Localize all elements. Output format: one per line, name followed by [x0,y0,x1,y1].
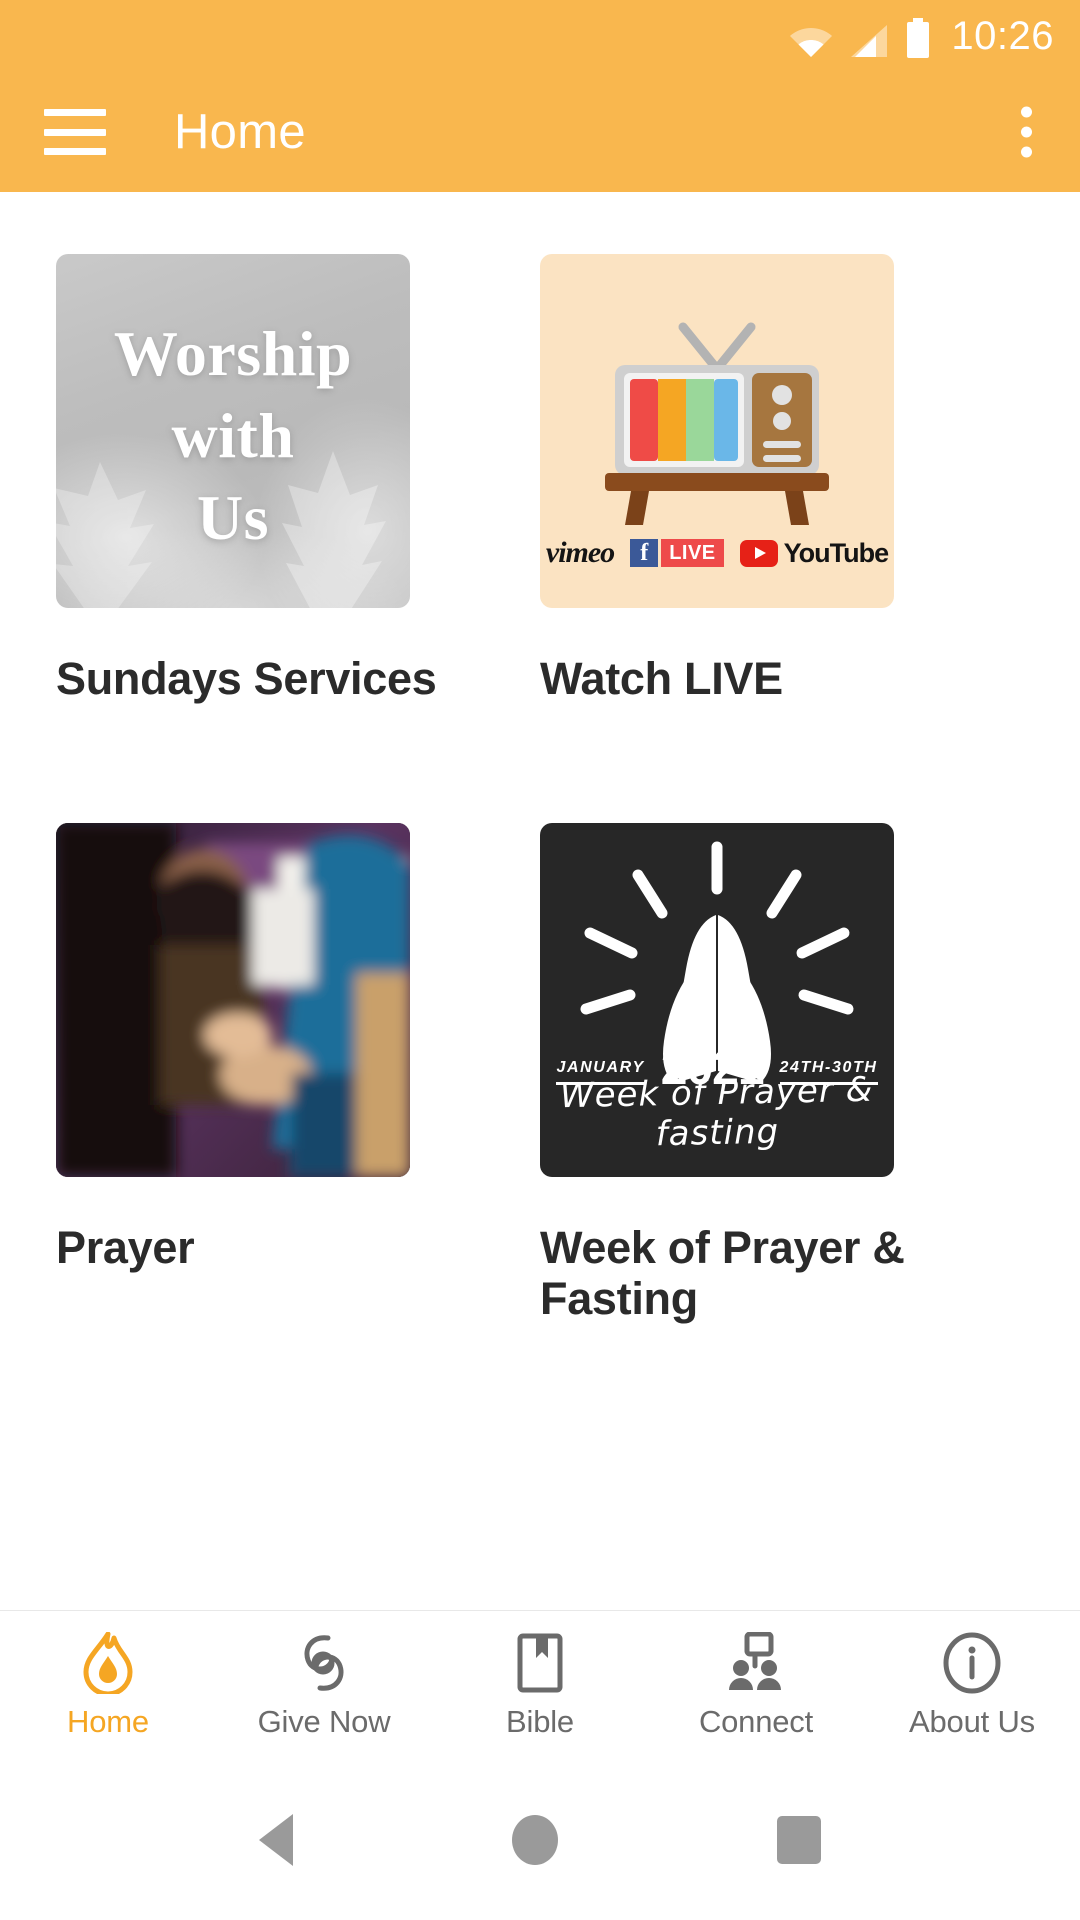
overflow-menu-icon[interactable] [1021,106,1032,158]
tab-label: Connect [698,1703,814,1739]
youtube-logo: YouTube [739,537,889,569]
card-title: Watch LIVE [540,653,783,704]
status-bar: 10:26 [0,0,1080,72]
worship-overlay-text: Worship with Us [56,254,410,608]
card-grid: Worship with Us Sundays Services vimeo f… [0,192,1080,1325]
recents-square-icon[interactable] [776,1816,821,1864]
hamburger-menu-icon[interactable] [44,109,106,155]
info-circle-icon [942,1632,1002,1694]
card-sundays-services[interactable]: Worship with Us Sundays Services [56,254,540,705]
tab-bible[interactable]: Bible [432,1632,648,1740]
book-bookmark-icon [516,1632,564,1694]
tab-label: About Us [909,1703,1035,1739]
overlay-line-3: Us [196,481,270,553]
home-circle-icon[interactable] [511,1815,558,1865]
battery-icon [907,18,930,58]
card-image-watch-live: vimeo f LIVE YouTube [540,254,894,608]
tab-label: Home [67,1703,149,1739]
card-week-of-prayer[interactable]: JANUARY 2021 24TH-30TH Week of Prayer & … [540,822,1024,1325]
facebook-f-mark: f [630,539,659,567]
card-prayer[interactable]: Prayer [56,822,540,1325]
tab-give-now[interactable]: Give Now [216,1632,432,1740]
back-triangle-icon[interactable] [259,1814,294,1866]
youtube-play-icon [739,539,778,567]
flame-icon [80,1631,136,1694]
page-title: Home [174,105,306,159]
wifi-icon [790,28,833,57]
vimeo-logo: vimeo [545,536,615,569]
card-image-worship: Worship with Us [56,254,410,608]
cellular-signal-icon [851,25,888,57]
overlay-line-1: Worship [113,318,353,390]
bottom-navigation-bar: Home Give Now Bible Connect About Us [0,1610,1080,1760]
live-badge-label: LIVE [661,539,724,567]
youtube-wordmark: YouTube [783,537,889,568]
giving-hands-icon [294,1632,354,1694]
card-image-week-of-prayer: JANUARY 2021 24TH-30TH Week of Prayer & … [540,822,894,1177]
facebook-live-logo: f LIVE [630,539,724,567]
tab-about-us[interactable]: About Us [864,1632,1080,1740]
card-watch-live[interactable]: vimeo f LIVE YouTube Watch LIVE [540,254,1024,705]
people-chat-icon [725,1631,787,1694]
app-bar: Home [0,72,1080,192]
home-content-scroll[interactable]: Worship with Us Sundays Services vimeo f… [0,192,1080,1610]
card-image-prayer [56,822,410,1177]
event-script-line: Week of Prayer & fasting [559,1069,874,1155]
prayer-photo [56,822,410,1177]
tab-home[interactable]: Home [0,1631,216,1740]
tv-icon [605,322,829,525]
streaming-platform-logos: vimeo f LIVE YouTube [540,536,894,570]
card-title: Prayer [56,1221,195,1273]
tab-label: Give Now [257,1703,391,1739]
status-bar-clock: 10:26 [951,14,1054,58]
app-root: 10:26 Home Worship with Us Sundays Servi… [0,0,1080,1920]
overlay-line-2: with [171,400,295,472]
tab-label: Bible [506,1703,574,1739]
android-system-nav [0,1760,1080,1920]
card-title: Sundays Services [56,653,437,704]
tab-connect[interactable]: Connect [648,1631,864,1740]
card-title: Week of Prayer & Fasting [540,1221,905,1324]
status-bar-icons [789,14,931,58]
